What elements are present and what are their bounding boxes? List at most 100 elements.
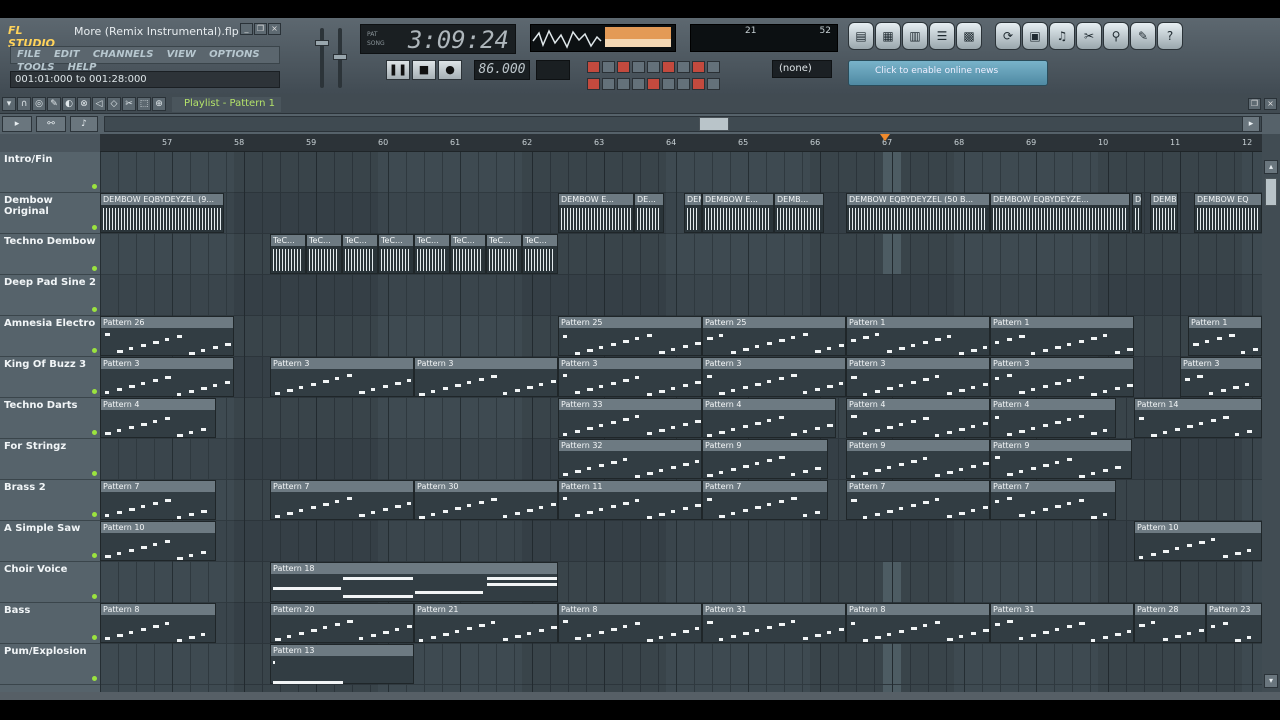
pattern-clip[interactable]: Pattern 7 [702, 480, 828, 520]
paint-icon[interactable]: ◐ [62, 97, 76, 111]
pattern-clip[interactable]: Pattern 8 [558, 603, 702, 643]
pattern-clip[interactable]: Pattern 9 [990, 439, 1132, 479]
audio-clip[interactable]: DEMBOW EQ [1194, 193, 1262, 233]
countdown-toggle[interactable] [617, 61, 630, 73]
pattern-selector[interactable]: (none) [772, 60, 832, 78]
audio-clip[interactable]: DEMBOW E... [558, 193, 634, 233]
record-button[interactable]: ● [438, 60, 462, 80]
pattern-clip[interactable]: Pattern 7 [846, 480, 990, 520]
pattern-clip[interactable]: Pattern 4 [990, 398, 1116, 438]
pattern-clip[interactable]: Pattern 9 [702, 439, 828, 479]
audio-clip[interactable]: TeC... [306, 234, 342, 274]
loop-record-toggle[interactable] [662, 61, 675, 73]
notes-icon[interactable]: ✎ [1130, 22, 1156, 50]
tools-icon[interactable]: ✂ [1076, 22, 1102, 50]
pattern-clip[interactable]: Pattern 21 [414, 603, 558, 643]
automation-mode-button[interactable]: ⚯ [36, 116, 66, 132]
pattern-clip[interactable]: Pattern 1 [1188, 316, 1262, 356]
typing-keyboard-toggle[interactable] [677, 61, 690, 73]
piano-roll-icon[interactable]: ▥ [902, 22, 928, 50]
pause-button[interactable]: ❚❚ [386, 60, 410, 80]
pattern-clip[interactable]: Pattern 25 [558, 316, 702, 356]
cpu-icon[interactable]: ⟳ [995, 22, 1021, 50]
track-header[interactable]: Brass 2 [0, 480, 100, 521]
track-active-led[interactable] [92, 635, 97, 640]
pattern-clip[interactable]: Pattern 26 [100, 316, 234, 356]
wait-toggle[interactable] [602, 61, 615, 73]
track-active-led[interactable] [92, 348, 97, 353]
track-active-led[interactable] [92, 430, 97, 435]
target-icon[interactable]: ◎ [32, 97, 46, 111]
stop-button[interactable]: ■ [412, 60, 436, 80]
pattern-clip[interactable]: Pattern 3 [1180, 357, 1262, 397]
zoom-icon[interactable]: ⊕ [152, 97, 166, 111]
track-header[interactable]: For Stringz [0, 439, 100, 480]
audio-clip[interactable]: TeC... [522, 234, 558, 274]
track-header[interactable]: A Simple Saw [0, 521, 100, 562]
midi-toggle[interactable] [692, 61, 705, 73]
pencil-icon[interactable]: ✎ [47, 97, 61, 111]
metronome-toggle[interactable] [587, 61, 600, 73]
mute-icon[interactable]: ◁ [92, 97, 106, 111]
minimize-button[interactable]: _ [240, 23, 253, 35]
track-header[interactable]: Intro/Fin [0, 152, 100, 193]
online-news-panel[interactable]: Click to enable online news [848, 60, 1048, 86]
steps-toggle[interactable] [632, 61, 645, 73]
pattern-clip[interactable]: Pattern 7 [270, 480, 414, 520]
scroll-toggle[interactable] [602, 78, 615, 90]
master-pitch-slider[interactable] [333, 28, 347, 88]
track-header[interactable]: Techno Dembow [0, 234, 100, 275]
pattern-clip[interactable]: Pattern 4 [100, 398, 216, 438]
snapshot-toggle[interactable] [707, 78, 720, 90]
track-active-led[interactable] [92, 512, 97, 517]
audio-clip[interactable]: DEMBOW EQBYDEYZEL (9... [100, 193, 224, 233]
pattern-clip[interactable]: Pattern 33 [558, 398, 702, 438]
audio-clip[interactable]: DE... [634, 193, 664, 233]
audio-clip[interactable]: DEMBOW EQBYDEYZEL (50 B... [846, 193, 990, 233]
pattern-clip[interactable]: Pattern 23 [1206, 603, 1262, 643]
time-ruler[interactable]: 57 58 59 60 61 62 63 64 65 66 67 68 69 10 11 12 [100, 134, 1262, 152]
track-header[interactable]: Amnesia Electro [0, 316, 100, 357]
search-icon[interactable]: ⚲ [1103, 22, 1129, 50]
playlist-detach-button[interactable]: ❐ [1248, 98, 1261, 110]
playlist-title[interactable]: Playlist - Pattern 1 [172, 97, 282, 112]
automation-toggle[interactable] [677, 78, 690, 90]
scroll-down-button[interactable]: ▾ [1264, 674, 1278, 688]
render-icon[interactable]: ♫ [1049, 22, 1075, 50]
audio-clip[interactable]: TeC... [414, 234, 450, 274]
pattern-clip[interactable]: Pattern 8 [846, 603, 990, 643]
pattern-clip[interactable]: Pattern 7 [990, 480, 1116, 520]
close-button[interactable]: × [268, 23, 281, 35]
audio-clip[interactable]: TeC... [486, 234, 522, 274]
record-mode-toggle[interactable] [692, 78, 705, 90]
pattern-clip[interactable]: Pattern 8 [100, 603, 216, 643]
song-position-marker[interactable] [880, 134, 890, 141]
playlist-close-button[interactable]: × [1264, 98, 1277, 110]
pattern-clip[interactable]: Pattern 13 [270, 644, 414, 684]
audio-clip[interactable]: DEMBOW EQBYDEYZEL (9... [1132, 193, 1142, 233]
restore-button[interactable]: ❐ [254, 23, 267, 35]
track-header[interactable]: Pum/Explosion [0, 644, 100, 685]
pattern-clip[interactable]: Pattern 32 [558, 439, 702, 479]
audio-clip[interactable]: DEMBOW EQBYDEYZEL (9... [684, 193, 702, 233]
magnet-icon[interactable]: ∩ [17, 97, 31, 111]
pattern-clip[interactable]: Pattern 10 [1134, 521, 1262, 561]
track-active-led[interactable] [92, 389, 97, 394]
audio-clip[interactable]: DEMB... [774, 193, 824, 233]
menu-edit[interactable]: EDIT [54, 49, 80, 60]
pattern-clip[interactable]: Pattern 30 [414, 480, 558, 520]
slip-icon[interactable]: ◇ [107, 97, 121, 111]
pattern-clip[interactable]: Pattern 7 [100, 480, 216, 520]
audio-clip[interactable]: TeC... [270, 234, 306, 274]
overdub-toggle[interactable] [647, 61, 660, 73]
pattern-clip[interactable]: Pattern 10 [100, 521, 216, 561]
browser-icon[interactable]: ☰ [929, 22, 955, 50]
pattern-clip[interactable]: Pattern 3 [558, 357, 702, 397]
pattern-clip[interactable]: Pattern 3 [702, 357, 846, 397]
pattern-clip[interactable]: Pattern 4 [702, 398, 836, 438]
pattern-clip[interactable]: Pattern 4 [846, 398, 990, 438]
audio-clip[interactable]: DEMBOW EQBYDEYZEL (9... [1150, 193, 1178, 233]
clip-toggle[interactable] [662, 78, 675, 90]
track-active-led[interactable] [92, 471, 97, 476]
track-header[interactable]: Techno Darts [0, 398, 100, 439]
